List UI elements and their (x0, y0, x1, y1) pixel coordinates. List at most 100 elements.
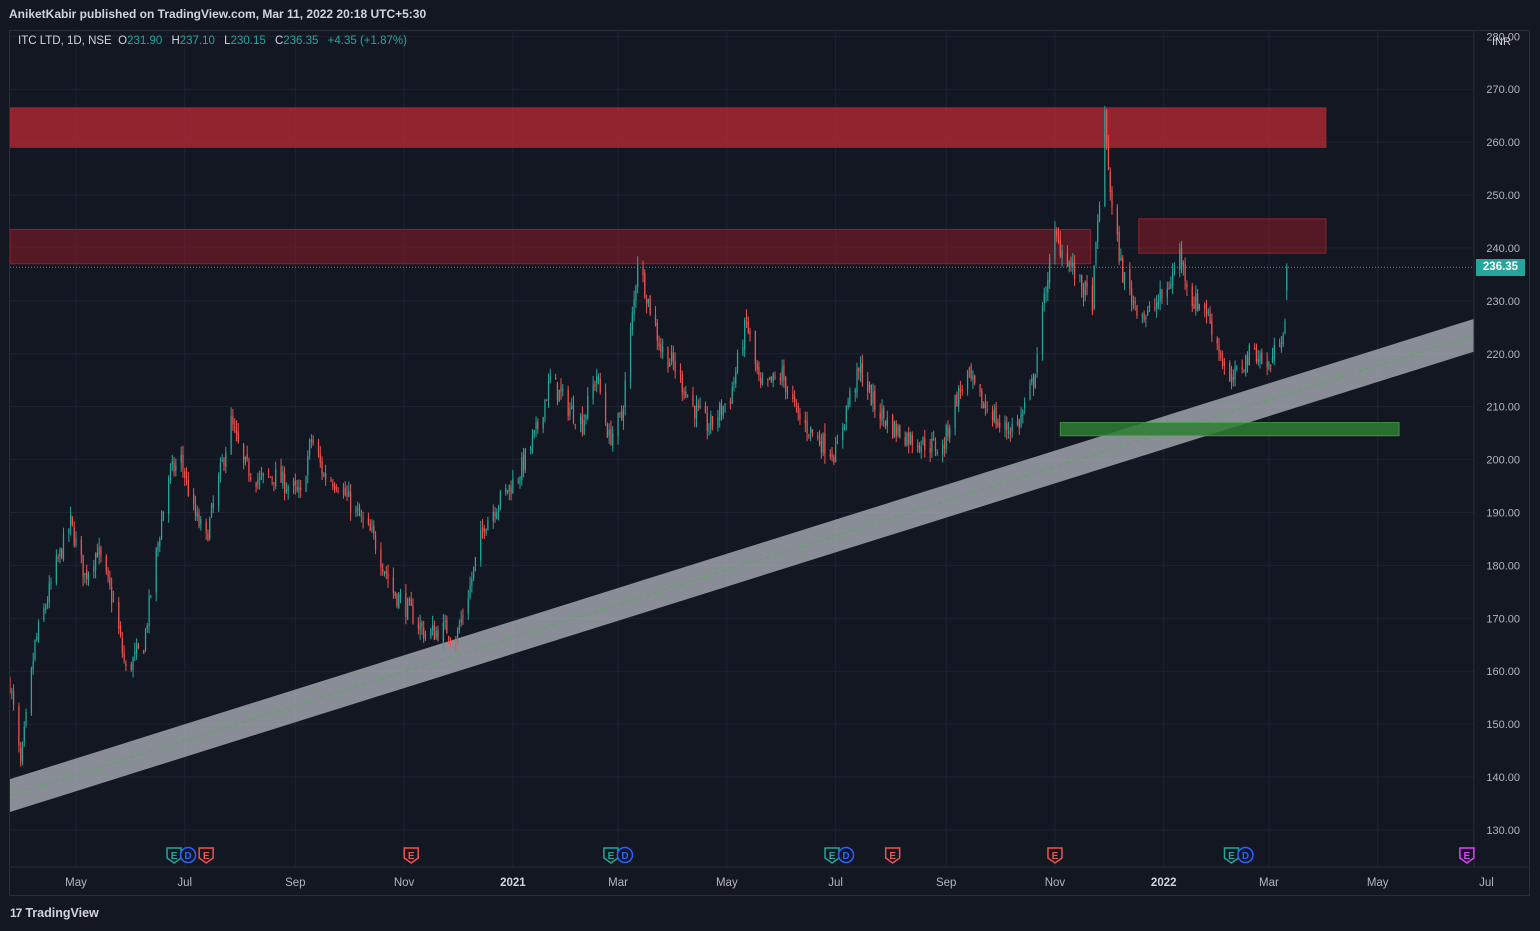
candle-body (282, 471, 284, 485)
candle (569, 402, 571, 421)
candle (219, 457, 222, 483)
candle-body (982, 403, 985, 409)
candle-body (285, 490, 288, 492)
candle-body (419, 623, 421, 631)
candle-body (234, 427, 236, 429)
candle (1234, 360, 1236, 387)
candle-body (380, 549, 382, 568)
candle-body (531, 435, 534, 447)
candle (874, 385, 876, 418)
candle (1218, 338, 1220, 361)
candle-body (23, 727, 25, 742)
candle (209, 516, 211, 541)
candle-body (1106, 110, 1108, 143)
candle-body (847, 402, 849, 408)
candle-body (767, 378, 769, 381)
event-marker-group: ED (166, 846, 197, 864)
candle-body (494, 512, 496, 517)
candle-body (1048, 258, 1051, 283)
candle-body (182, 454, 184, 469)
candle (654, 306, 657, 327)
candle (155, 546, 157, 602)
candle-body (936, 451, 938, 454)
candle (308, 438, 311, 460)
candle (581, 406, 584, 437)
candle (399, 588, 402, 604)
candle (407, 597, 409, 621)
candle-body (922, 436, 924, 445)
candle-body (822, 434, 824, 453)
tradingview-brand[interactable]: 17 TradingView (10, 906, 99, 920)
candle (423, 620, 425, 643)
candle (408, 596, 411, 606)
candle (1132, 295, 1135, 310)
candle (847, 397, 849, 411)
candle-body (335, 486, 337, 490)
candle-body (792, 394, 794, 399)
candle-body (308, 440, 311, 455)
candle (904, 431, 906, 447)
candle-body (881, 408, 883, 422)
candle (683, 387, 685, 400)
candle (287, 484, 289, 500)
candle-body (1131, 288, 1133, 303)
candle (1241, 359, 1243, 374)
candle-body (1193, 303, 1195, 309)
candle (1157, 294, 1159, 310)
candle-body (735, 371, 737, 384)
candle-body (1118, 231, 1120, 262)
candle-body (123, 652, 125, 661)
candle (968, 366, 970, 378)
candle-body (961, 389, 963, 391)
candle-body (793, 396, 796, 402)
candle-body (196, 512, 198, 517)
candle (909, 431, 912, 446)
candle-body (941, 444, 944, 455)
candle (1284, 318, 1286, 335)
candle (1259, 350, 1261, 369)
candle-body (1166, 288, 1168, 298)
candle-body (1282, 335, 1284, 345)
price-chart[interactable]: 130.00 140.00 150.00 160.00 170.00 180.00 190.… (0, 0, 1540, 931)
candle (933, 430, 935, 441)
candle-body (492, 512, 494, 522)
candle-body (496, 512, 498, 520)
candle (497, 504, 500, 521)
candle (845, 405, 847, 431)
event-marker-label: D (184, 851, 191, 862)
candle-body (485, 529, 487, 534)
candle-body (724, 404, 726, 406)
candle (512, 469, 514, 494)
currency-label[interactable]: INR (1492, 36, 1511, 48)
candle (810, 426, 812, 442)
candle (494, 506, 496, 523)
candle-body (456, 629, 459, 643)
candle-body (779, 378, 781, 381)
candle (387, 564, 389, 588)
candle (80, 535, 82, 564)
candle-body (731, 387, 733, 404)
candle-body (319, 454, 321, 463)
candle-body (544, 400, 546, 418)
candle-body (829, 454, 831, 457)
candle-body (824, 432, 826, 455)
candle-body (1209, 313, 1211, 324)
candle-body (858, 367, 860, 372)
candle (255, 481, 257, 493)
candle-body (111, 586, 113, 603)
candle (911, 431, 913, 454)
candle (974, 374, 976, 386)
candle-body (1284, 320, 1286, 334)
candle-body (298, 487, 300, 492)
candle (533, 429, 535, 439)
legend-symbol[interactable]: ITC LTD, 1D, NSE (18, 35, 112, 47)
candle-body (146, 625, 148, 629)
candle (1070, 256, 1072, 272)
candle (1097, 214, 1099, 249)
candle-body (219, 462, 222, 476)
candle (658, 335, 660, 351)
candle (205, 518, 207, 540)
candle (731, 381, 733, 404)
candle-body (374, 535, 377, 551)
candle-body (854, 390, 856, 393)
